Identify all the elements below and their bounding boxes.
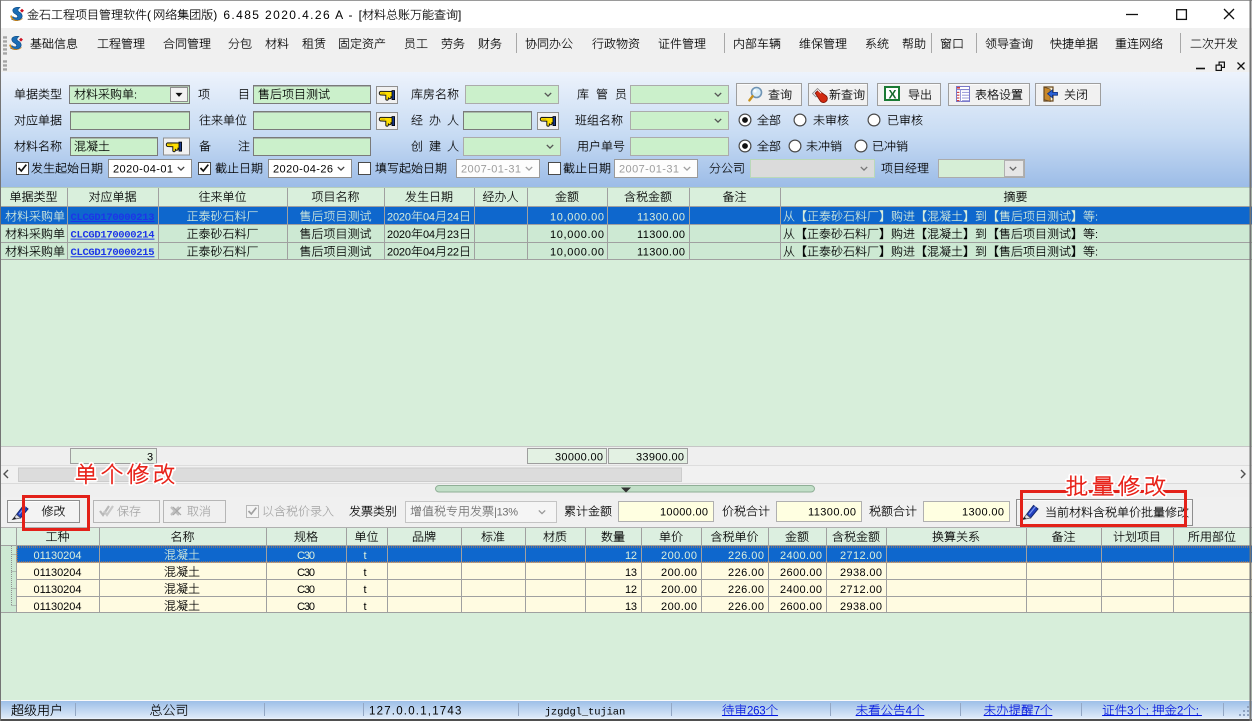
svg-text:12: 12 — [625, 550, 637, 562]
svg-text:2938.00: 2938.00 — [840, 601, 882, 613]
svg-text:jzgdgl_tujian: jzgdgl_tujian — [545, 707, 626, 719]
svg-text:11300.00: 11300.00 — [637, 212, 685, 224]
svg-text:10000.00: 10000.00 — [660, 507, 708, 519]
svg-text:X: X — [889, 88, 897, 102]
svg-text:]: ] — [458, 8, 461, 22]
svg-text:t: t — [364, 584, 367, 596]
svg-text:2020-04-26: 2020-04-26 — [273, 164, 333, 176]
svg-text:CLCGD170000213: CLCGD170000213 — [71, 212, 155, 224]
svg-text:t: t — [364, 567, 367, 579]
svg-text::: : — [134, 90, 137, 102]
svg-text:10,000.00: 10,000.00 — [550, 229, 604, 241]
svg-text:10,000.00: 10,000.00 — [550, 212, 604, 224]
svg-text:2600.00: 2600.00 — [780, 601, 822, 613]
svg-text:10,000.00: 10,000.00 — [550, 247, 604, 259]
svg-text:01130204: 01130204 — [34, 550, 82, 562]
svg-text:C30: C30 — [297, 567, 315, 579]
svg-text:11300.00: 11300.00 — [637, 229, 685, 241]
svg-text:11300.00: 11300.00 — [637, 247, 685, 259]
svg-text:226.00: 226.00 — [728, 601, 764, 613]
svg-text:226.00: 226.00 — [728, 584, 764, 596]
svg-text:12: 12 — [625, 584, 637, 596]
svg-text:2400.00: 2400.00 — [780, 584, 822, 596]
svg-text:2007-01-31: 2007-01-31 — [461, 164, 521, 176]
svg-text:(: ( — [147, 8, 151, 22]
svg-text:22: 22 — [447, 247, 459, 259]
svg-text:13: 13 — [625, 567, 637, 579]
svg-text:C30: C30 — [297, 601, 315, 613]
svg-text::: : — [1095, 229, 1098, 241]
svg-text::: : — [1095, 247, 1098, 259]
svg-text:04: 04 — [423, 247, 435, 259]
svg-text:04: 04 — [423, 229, 435, 241]
svg-text:2020: 2020 — [387, 247, 411, 259]
svg-text:200.00: 200.00 — [661, 567, 697, 579]
svg-text:C30: C30 — [297, 550, 315, 562]
svg-text:2020: 2020 — [387, 229, 411, 241]
svg-text:2712.00: 2712.00 — [840, 584, 882, 596]
svg-text:127.0.0.1,1743: 127.0.0.1,1743 — [369, 706, 461, 718]
svg-text:13: 13 — [625, 601, 637, 613]
svg-text:) 6.485 2020.4.26 A - [: ) 6.485 2020.4.26 A - [ — [213, 8, 362, 22]
svg-text:33900.00: 33900.00 — [636, 452, 684, 464]
svg-text:t: t — [364, 601, 367, 613]
svg-text:2020: 2020 — [387, 212, 411, 224]
svg-text:2400.00: 2400.00 — [780, 550, 822, 562]
svg-text:2007-01-31: 2007-01-31 — [619, 164, 679, 176]
svg-text:226.00: 226.00 — [728, 550, 764, 562]
svg-text:23: 23 — [447, 229, 459, 241]
svg-text:|13%: |13% — [494, 507, 518, 519]
svg-text:C30: C30 — [297, 584, 315, 596]
svg-text:30000.00: 30000.00 — [555, 452, 603, 464]
svg-text::: : — [1095, 212, 1098, 224]
svg-text:01130204: 01130204 — [34, 601, 82, 613]
svg-text:2600.00: 2600.00 — [780, 567, 822, 579]
svg-text:1300.00: 1300.00 — [962, 507, 1004, 519]
svg-text:11300.00: 11300.00 — [808, 507, 856, 519]
svg-text:200.00: 200.00 — [661, 550, 697, 562]
svg-text:3: 3 — [147, 452, 153, 464]
svg-text:2712.00: 2712.00 — [840, 550, 882, 562]
svg-text:24: 24 — [447, 212, 459, 224]
svg-text:226.00: 226.00 — [728, 567, 764, 579]
svg-text:2938.00: 2938.00 — [840, 567, 882, 579]
svg-text:01130204: 01130204 — [34, 584, 82, 596]
svg-text:CLCGD170000214: CLCGD170000214 — [71, 230, 155, 242]
svg-text:200.00: 200.00 — [661, 601, 697, 613]
svg-text:CLCGD170000215: CLCGD170000215 — [71, 247, 155, 259]
svg-text:01130204: 01130204 — [34, 567, 82, 579]
svg-text:04: 04 — [423, 212, 435, 224]
svg-text:2020-04-01: 2020-04-01 — [113, 164, 173, 176]
svg-text:200.00: 200.00 — [661, 584, 697, 596]
svg-text:t: t — [364, 550, 367, 562]
